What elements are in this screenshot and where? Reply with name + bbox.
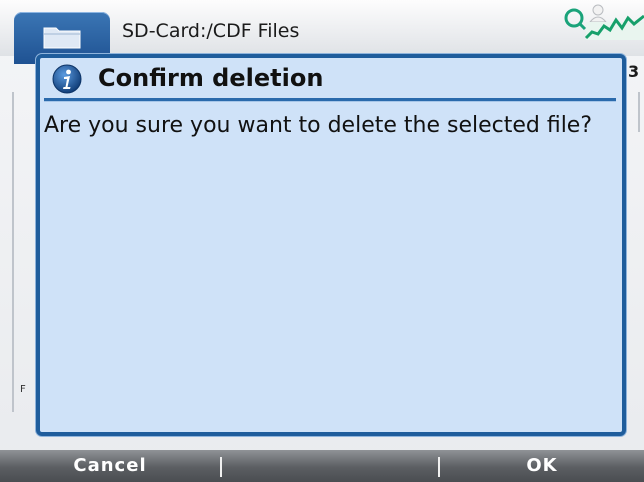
underlying-column-label: 3 [628, 62, 640, 81]
user-icon [588, 4, 608, 23]
middle-softkey[interactable] [222, 450, 438, 482]
info-icon [52, 64, 82, 94]
softkey-bar: Cancel OK [0, 450, 644, 482]
dialog-divider [44, 98, 616, 102]
cancel-button[interactable]: Cancel [0, 450, 220, 482]
search-icon [564, 8, 587, 31]
confirm-deletion-dialog: Confirm deletion Are you sure you want t… [36, 54, 626, 436]
title-bar: SD-Card:/CDF Files [0, 0, 644, 64]
dialog-header: Confirm deletion [40, 58, 622, 102]
path-label: SD-Card:/CDF Files [122, 20, 300, 42]
dialog-title: Confirm deletion [98, 64, 324, 92]
status-area [560, 0, 644, 40]
folder-icon [43, 27, 81, 49]
dialog-message: Are you sure you want to delete the sele… [44, 113, 593, 138]
ok-button[interactable]: OK [440, 450, 644, 482]
underlying-row-label: F [20, 384, 26, 395]
